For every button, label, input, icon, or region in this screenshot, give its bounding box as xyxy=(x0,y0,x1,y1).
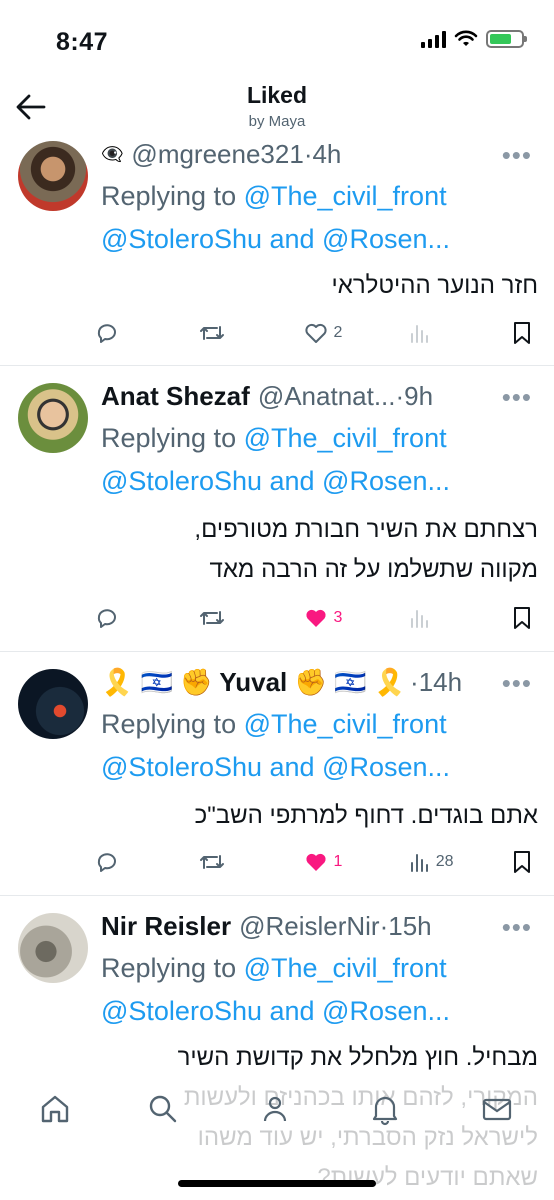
avatar[interactable] xyxy=(18,383,88,453)
replying-to-label: Replying to xyxy=(101,181,244,211)
replying-to-label: Replying to xyxy=(101,953,244,983)
like-button[interactable]: 2 xyxy=(304,322,384,344)
battery-icon xyxy=(486,30,527,48)
reply-button[interactable] xyxy=(95,606,175,630)
reply-icon xyxy=(97,609,116,628)
avatar[interactable] xyxy=(18,141,88,211)
tweet-author-name[interactable]: Anat Shezaf xyxy=(101,381,250,412)
reply-mention-link[interactable]: @The_civil_front xyxy=(244,953,447,983)
bookmark-icon xyxy=(514,607,530,629)
views-icon xyxy=(410,854,428,872)
tweet-text: אתם בוגדים. דחוף למרתפי השב"כ xyxy=(194,802,538,829)
replying-to-label: Replying to xyxy=(101,709,244,739)
tweet[interactable]: Anat Shezaf @Anatnat... ·9h ••• Replying… xyxy=(0,366,554,652)
reply-mention-link[interactable]: @The_civil_front xyxy=(244,181,447,211)
wifi-icon xyxy=(454,30,478,46)
reply-button[interactable] xyxy=(95,321,175,345)
bookmark-button[interactable] xyxy=(512,850,532,874)
search-icon[interactable] xyxy=(146,1092,180,1126)
bookmark-icon xyxy=(514,851,530,873)
header: Liked by Maya xyxy=(0,80,554,136)
tweet-timestamp[interactable]: ·14h xyxy=(410,667,462,698)
like-count: 2 xyxy=(333,324,343,341)
communities-icon[interactable] xyxy=(258,1092,292,1126)
page-title: Liked xyxy=(246,82,308,108)
more-options-icon[interactable]: ••• xyxy=(502,912,532,943)
home-icon[interactable] xyxy=(38,1092,72,1126)
notifications-icon[interactable] xyxy=(368,1092,402,1126)
like-button[interactable]: 3 xyxy=(304,607,384,629)
more-options-icon[interactable]: ••• xyxy=(502,668,532,699)
retweet-button[interactable] xyxy=(199,606,279,630)
page-subtitle: by Maya xyxy=(248,113,306,130)
tweet-actions: 1 28 xyxy=(95,845,532,879)
tweet-timestamp[interactable]: ·4h xyxy=(304,139,342,170)
tweet-author-handle[interactable]: @Anatnat... xyxy=(258,381,396,412)
tweet-actions: 2 xyxy=(95,316,532,350)
replying-to: Replying to @The_civil_front xyxy=(101,423,447,454)
status-icons xyxy=(421,30,527,48)
heart-filled-icon xyxy=(305,853,326,871)
reply-mention-link[interactable]: @The_civil_front xyxy=(244,709,447,739)
bookmark-button[interactable] xyxy=(512,321,532,345)
reply-mentions-more-link[interactable]: @StoleroShu and @Rosen... xyxy=(101,224,450,255)
tweet-author-name[interactable]: 🎗️ 🇮🇱 ✊ Yuval ✊ 🇮🇱 🎗️ xyxy=(101,667,406,698)
tweet-author-handle[interactable]: @mgreene321 xyxy=(131,139,303,170)
status-time: 8:47 xyxy=(56,28,109,56)
reply-icon xyxy=(97,853,116,872)
retweet-button[interactable] xyxy=(199,850,279,874)
signal-icon xyxy=(421,30,446,48)
replying-to: Replying to @The_civil_front xyxy=(101,953,447,984)
reply-mention-link[interactable]: @The_civil_front xyxy=(244,423,447,453)
heart-outline-icon xyxy=(304,323,327,343)
avatar[interactable] xyxy=(18,669,88,739)
retweet-button[interactable] xyxy=(199,321,279,345)
status-bar: 8:47 xyxy=(0,0,554,88)
replying-to: Replying to @The_civil_front xyxy=(101,181,447,212)
retweet-icon xyxy=(200,855,225,869)
views-button[interactable] xyxy=(408,322,488,344)
tweet[interactable]: 👁‍🗨 @mgreene321 ·4h ••• Replying to @The… xyxy=(0,136,554,366)
retweet-icon xyxy=(200,326,225,340)
tweet[interactable]: 🎗️ 🇮🇱 ✊ Yuval ✊ 🇮🇱 🎗️ ·14h ••• Replying … xyxy=(0,652,554,896)
tweet-text: רצחתם את השיר חבורת מטורפים, מקווה שתשלמ… xyxy=(194,516,538,583)
more-options-icon[interactable]: ••• xyxy=(502,140,532,171)
reply-button[interactable] xyxy=(95,850,175,874)
like-button[interactable]: 1 xyxy=(304,851,384,873)
more-options-icon[interactable]: ••• xyxy=(502,382,532,413)
views-button[interactable] xyxy=(408,607,488,629)
tweet-timestamp[interactable]: ·15h xyxy=(380,911,432,942)
tweet-author-handle[interactable]: @ReislerNir xyxy=(239,911,380,942)
heart-filled-icon xyxy=(305,609,326,627)
reply-mentions-more-link[interactable]: @StoleroShu and @Rosen... xyxy=(101,996,450,1027)
home-indicator xyxy=(178,1180,376,1187)
tweet-author-name[interactable]: Nir Reisler xyxy=(101,911,231,942)
messages-icon[interactable] xyxy=(480,1092,514,1126)
like-count: 3 xyxy=(333,609,343,626)
bookmark-icon xyxy=(514,322,530,344)
reply-mentions-more-link[interactable]: @StoleroShu and @Rosen... xyxy=(101,752,450,783)
tweet-timestamp[interactable]: ·9h xyxy=(396,381,434,412)
reply-icon xyxy=(97,324,116,343)
like-count: 1 xyxy=(333,853,343,870)
avatar[interactable] xyxy=(18,913,88,983)
views-icon xyxy=(410,325,428,343)
bookmark-button[interactable] xyxy=(512,606,532,630)
eye-speech-emoji: 👁‍🗨 xyxy=(101,144,124,164)
replying-to-label: Replying to xyxy=(101,423,244,453)
views-button[interactable]: 28 xyxy=(408,851,488,873)
retweet-icon xyxy=(200,611,225,625)
replying-to: Replying to @The_civil_front xyxy=(101,709,447,740)
tweet-actions: 3 xyxy=(95,601,532,635)
view-count: 28 xyxy=(435,853,454,870)
tweet-text: חזר הנוער ההיטלראי xyxy=(331,272,538,299)
views-icon xyxy=(410,610,428,628)
reply-mentions-more-link[interactable]: @StoleroShu and @Rosen... xyxy=(101,466,450,497)
